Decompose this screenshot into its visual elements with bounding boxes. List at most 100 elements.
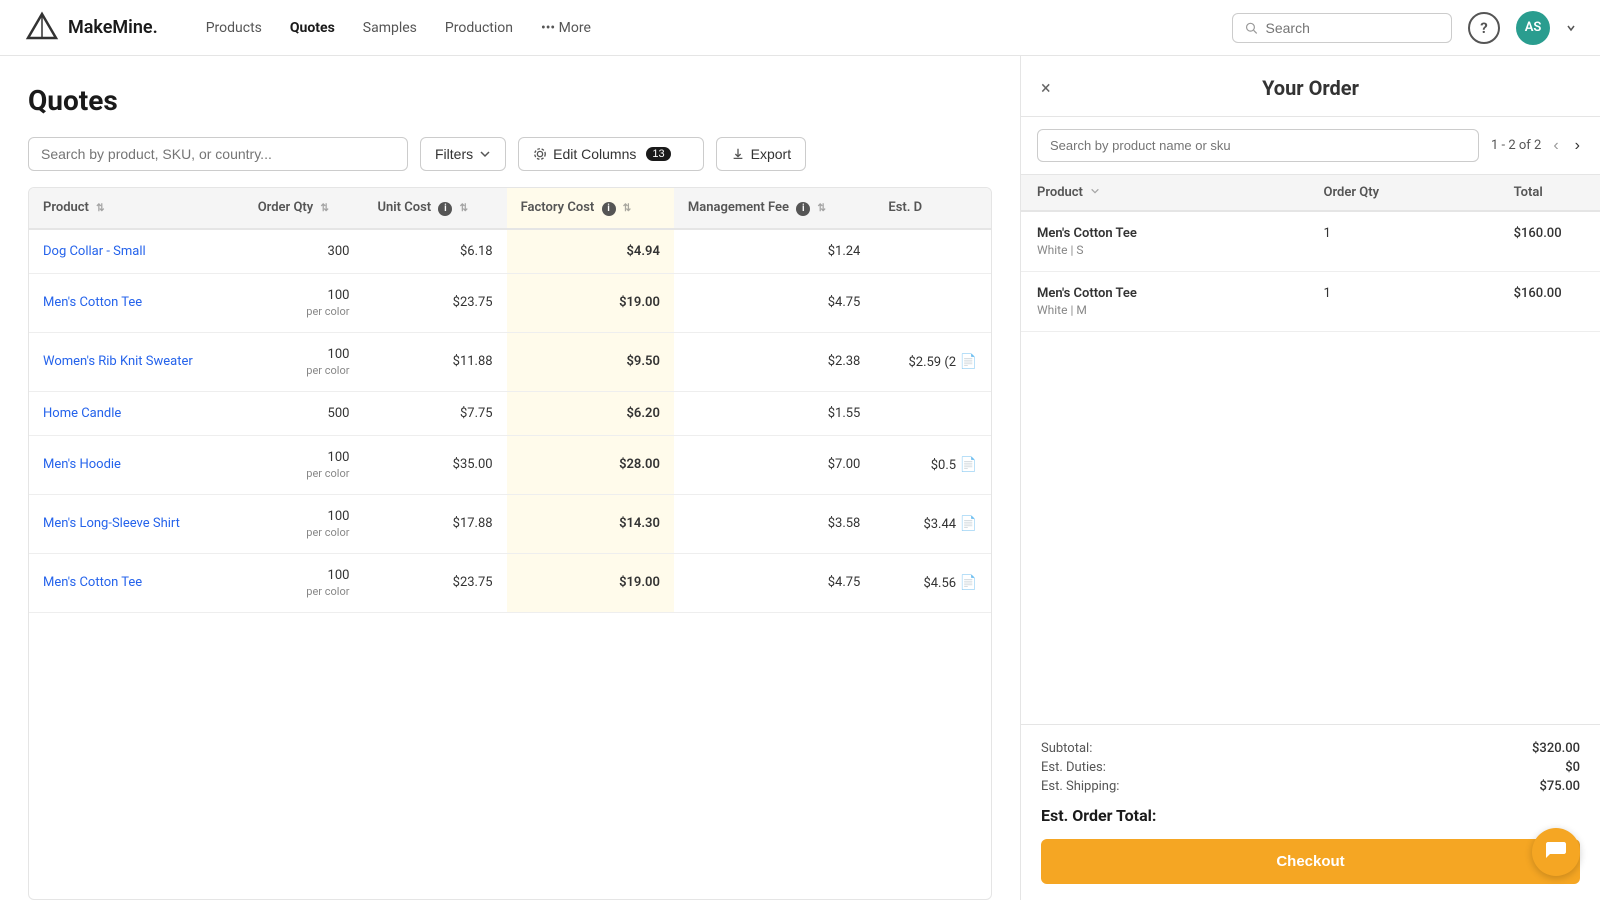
checkout-button[interactable]: Checkout bbox=[1041, 839, 1580, 884]
navigation: MakeMine. Products Quotes Samples Produc… bbox=[0, 0, 1600, 56]
subtotal-label: Subtotal: bbox=[1041, 741, 1092, 756]
gear-icon bbox=[533, 147, 547, 161]
cell-mgmt-fee: $4.75 bbox=[674, 553, 874, 612]
global-search-input[interactable] bbox=[1266, 20, 1439, 36]
avatar-chevron-icon bbox=[1566, 23, 1576, 33]
table-row: Men's Cotton Tee100per color$23.75$19.00… bbox=[29, 553, 991, 612]
cell-est-d: $0.5 📄 bbox=[874, 435, 991, 494]
cell-est-d: $3.44 📄 bbox=[874, 494, 991, 553]
product-link[interactable]: Home Candle bbox=[43, 406, 121, 421]
nav-production[interactable]: Production bbox=[445, 20, 513, 36]
cell-est-d bbox=[874, 391, 991, 435]
cell-factory-cost: $14.30 bbox=[507, 494, 674, 553]
product-link[interactable]: Men's Long-Sleeve Shirt bbox=[43, 516, 180, 531]
edit-columns-badge: 13 bbox=[646, 147, 670, 161]
global-search-box bbox=[1232, 13, 1452, 43]
cell-unit-cost: $17.88 bbox=[363, 494, 506, 553]
order-table-row: Men's Cotton TeeWhite | S1$160.00••• bbox=[1021, 211, 1600, 272]
info-unit-cost[interactable]: i bbox=[438, 202, 452, 216]
order-cell-qty: 1 bbox=[1308, 211, 1498, 272]
download-icon bbox=[731, 147, 745, 161]
order-cell-total: $160.00 bbox=[1498, 272, 1600, 332]
order-table-body: Men's Cotton TeeWhite | S1$160.00•••Men'… bbox=[1021, 211, 1600, 332]
cell-product: Dog Collar - Small bbox=[29, 229, 244, 274]
nav-links: Products Quotes Samples Production ••• M… bbox=[206, 20, 591, 36]
pagination: 1 - 2 of 2 ‹ › bbox=[1491, 135, 1584, 157]
export-button[interactable]: Export bbox=[716, 137, 806, 171]
order-cell-product: Men's Cotton TeeWhite | S bbox=[1021, 211, 1308, 272]
duties-value: $0 bbox=[1565, 760, 1580, 775]
col-unit-cost[interactable]: Unit Cost i ⇅ bbox=[363, 188, 506, 229]
cell-order-qty: 100per color bbox=[244, 494, 364, 553]
order-table-row: Men's Cotton TeeWhite | M1$160.00••• bbox=[1021, 272, 1600, 332]
cell-est-d: $4.56 📄 bbox=[874, 553, 991, 612]
cell-est-d bbox=[874, 229, 991, 274]
document-icon[interactable]: 📄 bbox=[956, 575, 977, 591]
page-title: Quotes bbox=[28, 84, 992, 117]
chat-bubble-button[interactable] bbox=[1532, 828, 1580, 876]
product-link[interactable]: Men's Hoodie bbox=[43, 457, 121, 472]
help-button[interactable]: ? bbox=[1468, 12, 1500, 44]
quotes-table: Product ⇅ Order Qty ⇅ Unit Cost i ⇅ Fact… bbox=[29, 188, 991, 613]
avatar[interactable]: AS bbox=[1516, 11, 1550, 45]
table-row: Men's Long-Sleeve Shirt 100per color$17.8… bbox=[29, 494, 991, 553]
nav-quotes[interactable]: Quotes bbox=[290, 20, 335, 36]
nav-samples[interactable]: Samples bbox=[363, 20, 417, 36]
document-icon[interactable]: 📄 bbox=[956, 354, 977, 370]
panel-close-button[interactable]: × bbox=[1041, 78, 1051, 99]
order-panel: × Your Order 1 - 2 of 2 ‹ › Product bbox=[1020, 56, 1600, 900]
col-mgmt-fee[interactable]: Management Fee i ⇅ bbox=[674, 188, 874, 229]
cell-mgmt-fee: $7.00 bbox=[674, 435, 874, 494]
cell-unit-cost: $7.75 bbox=[363, 391, 506, 435]
order-table: Product Order Qty Total Men's Cotton Tee… bbox=[1021, 175, 1600, 332]
filters-label: Filters bbox=[435, 146, 473, 162]
info-factory-cost[interactable]: i bbox=[602, 202, 616, 216]
cell-factory-cost: $19.00 bbox=[507, 553, 674, 612]
cell-est-d bbox=[874, 273, 991, 332]
shipping-value: $75.00 bbox=[1539, 779, 1580, 794]
cell-unit-cost: $23.75 bbox=[363, 273, 506, 332]
cell-order-qty: 100per color bbox=[244, 273, 364, 332]
col-est-d[interactable]: Est. D bbox=[874, 188, 991, 229]
sort-icon-factory-cost: ⇅ bbox=[623, 203, 631, 214]
product-link[interactable]: Women's Rib Knit Sweater bbox=[43, 354, 193, 369]
product-link[interactable]: Dog Collar - Small bbox=[43, 244, 146, 259]
order-col-product: Product bbox=[1021, 175, 1308, 211]
cell-factory-cost: $4.94 bbox=[507, 229, 674, 274]
cell-product: Men's Long-Sleeve Shirt bbox=[29, 494, 244, 553]
nav-more[interactable]: ••• More bbox=[541, 20, 591, 36]
chevron-down-icon-2 bbox=[677, 148, 689, 160]
cell-mgmt-fee: $3.58 bbox=[674, 494, 874, 553]
edit-columns-button[interactable]: Edit Columns 13 bbox=[518, 137, 704, 171]
panel-search-input[interactable] bbox=[1037, 129, 1479, 162]
sort-icon-order-product bbox=[1090, 186, 1100, 196]
nav-products[interactable]: Products bbox=[206, 20, 262, 36]
filters-button[interactable]: Filters bbox=[420, 137, 506, 171]
order-cell-product: Men's Cotton TeeWhite | M bbox=[1021, 272, 1308, 332]
summary-duties: Est. Duties: $0 bbox=[1041, 760, 1580, 775]
logo[interactable]: MakeMine. bbox=[24, 10, 158, 46]
document-icon[interactable]: 📄 bbox=[956, 457, 977, 473]
cell-mgmt-fee: $4.75 bbox=[674, 273, 874, 332]
next-page-button[interactable]: › bbox=[1571, 135, 1584, 157]
cell-est-d: $2.59 (2 📄 bbox=[874, 332, 991, 391]
cell-unit-cost: $23.75 bbox=[363, 553, 506, 612]
sort-icon-qty: ⇅ bbox=[320, 203, 328, 214]
cell-factory-cost: $28.00 bbox=[507, 435, 674, 494]
info-mgmt-fee[interactable]: i bbox=[796, 202, 810, 216]
subtotal-value: $320.00 bbox=[1532, 741, 1580, 756]
table-row: Home Candle500$7.75$6.20$1.55 bbox=[29, 391, 991, 435]
prev-page-button[interactable]: ‹ bbox=[1549, 135, 1562, 157]
product-link[interactable]: Men's Cotton Tee bbox=[43, 575, 142, 590]
main-content: Quotes Filters Edit Columns 13 Export bbox=[0, 56, 1020, 900]
product-link[interactable]: Men's Cotton Tee bbox=[43, 295, 142, 310]
table-search-input[interactable] bbox=[28, 137, 408, 171]
col-product[interactable]: Product ⇅ bbox=[29, 188, 244, 229]
col-order-qty[interactable]: Order Qty ⇅ bbox=[244, 188, 364, 229]
document-icon[interactable]: 📄 bbox=[956, 516, 977, 532]
shipping-label: Est. Shipping: bbox=[1041, 779, 1119, 794]
cell-factory-cost: $6.20 bbox=[507, 391, 674, 435]
col-factory-cost[interactable]: Factory Cost i ⇅ bbox=[507, 188, 674, 229]
panel-header: × Your Order bbox=[1021, 56, 1600, 117]
est-total-row: Est. Order Total: bbox=[1041, 806, 1580, 825]
